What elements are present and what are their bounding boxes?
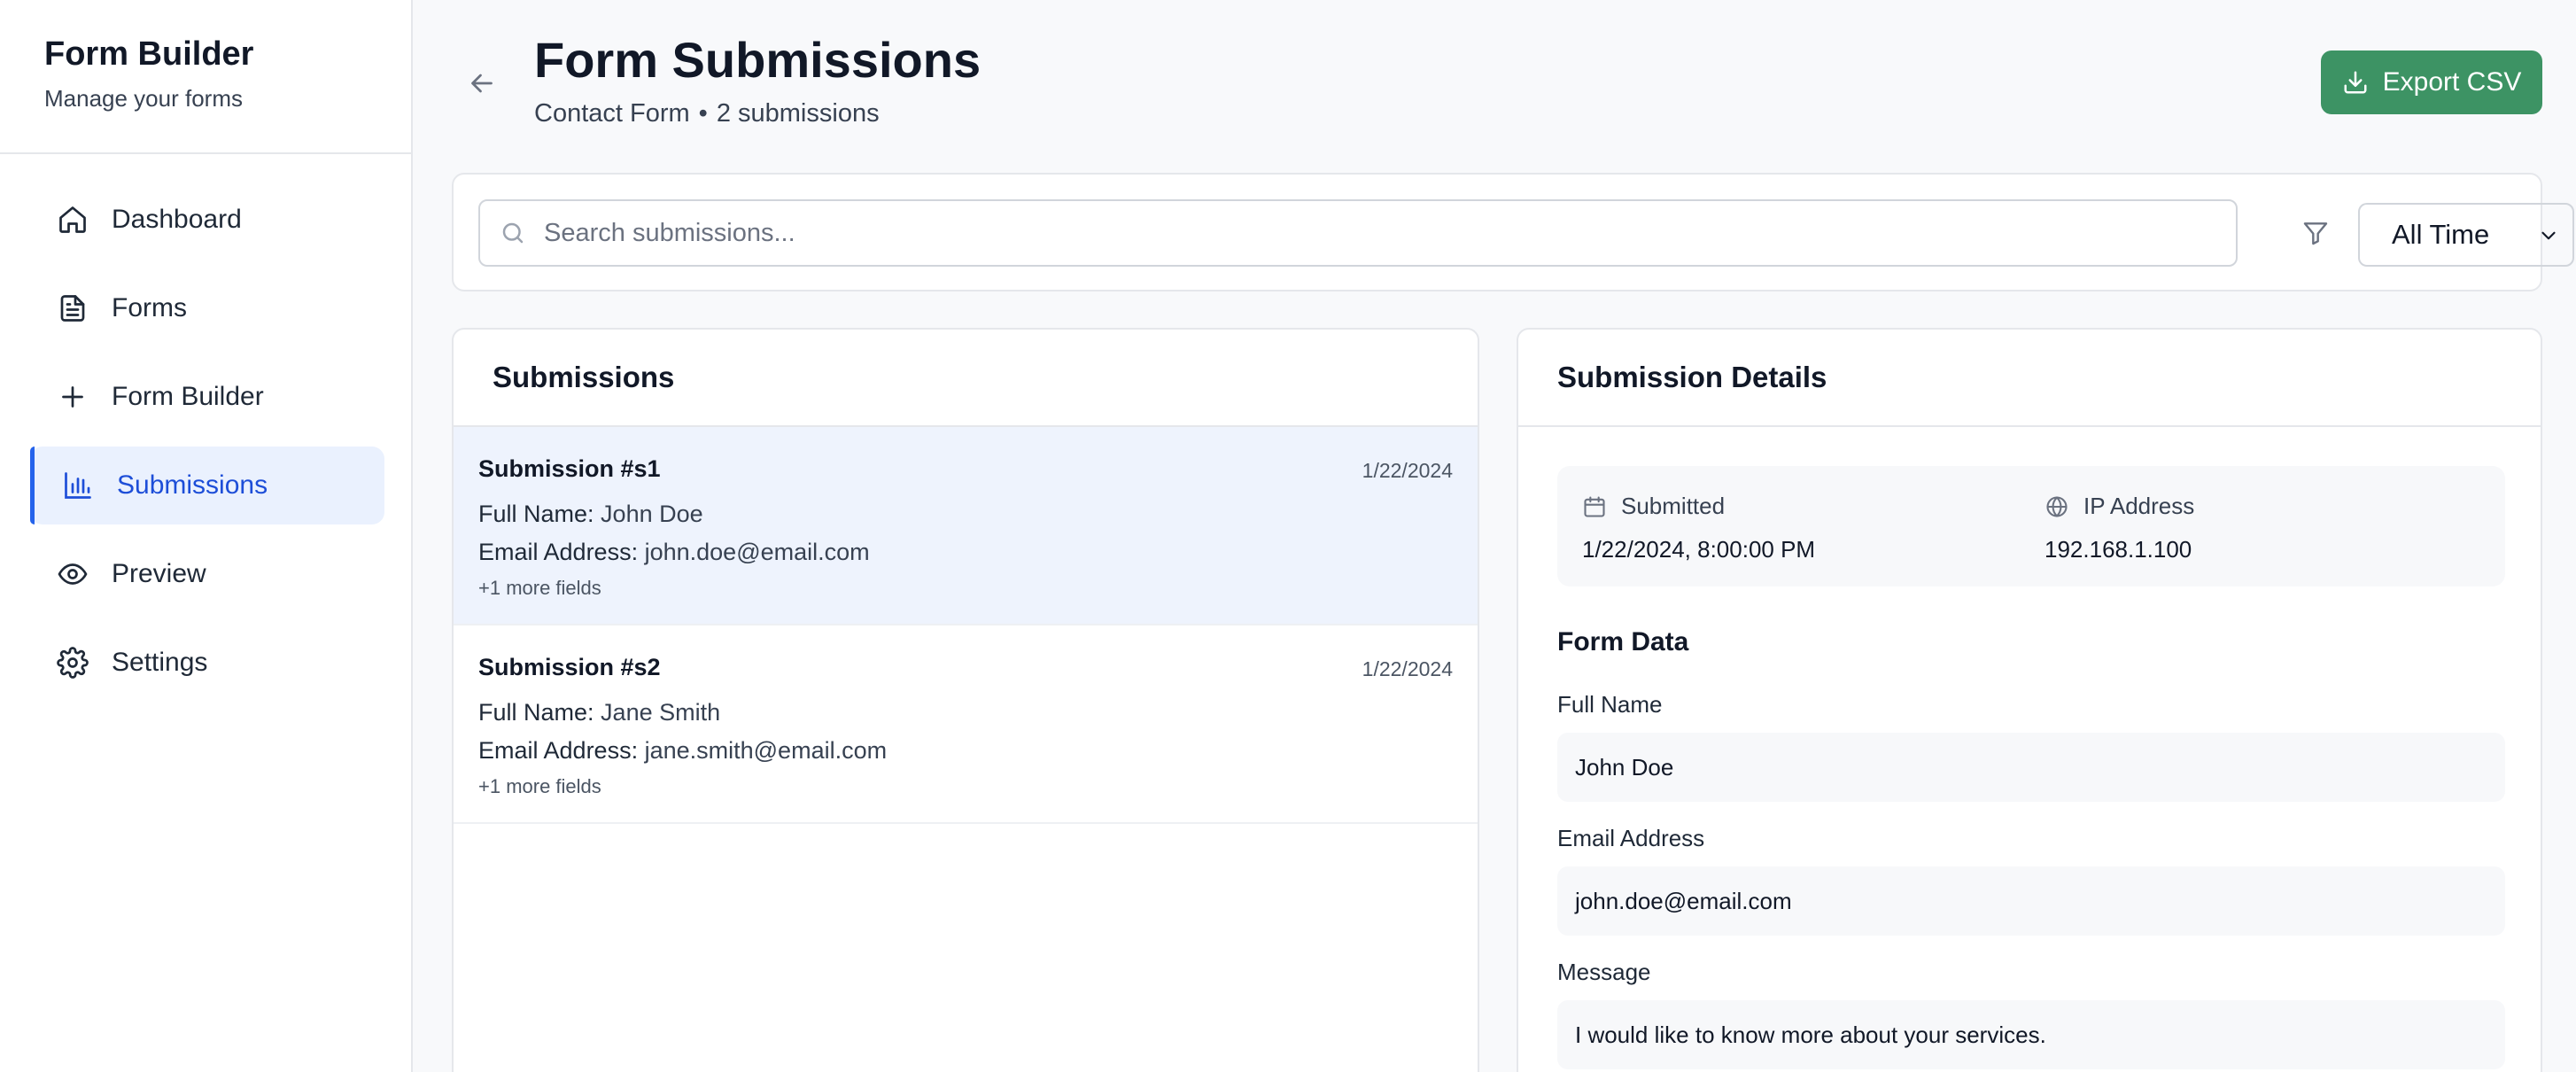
sidebar-item-label: Form Builder <box>112 382 264 411</box>
filter-bar: All Time <box>452 173 2574 291</box>
sidebar-item-dashboard[interactable]: Dashboard <box>30 181 384 259</box>
page-subtitle: Contact Form • 2 submissions <box>534 99 880 128</box>
submission-field: Full Name: Jane Smith <box>478 699 1453 726</box>
detail-field-value: I would like to know more about your ser… <box>1557 1000 2505 1069</box>
submission-field: Email Address: john.doe@email.com <box>478 539 1453 566</box>
field-value: Jane Smith <box>601 699 721 726</box>
more-fields-note: +1 more fields <box>478 577 601 599</box>
field-value: jane.smith@email.com <box>644 737 888 764</box>
submission-meta: Submitted 1/22/2024, 8:00:00 PM IP Addre… <box>1557 466 2505 586</box>
app-title: Form Builder <box>44 35 254 73</box>
separator: • <box>698 99 708 128</box>
main-content: Form Submissions Contact Form • 2 submissi… <box>413 0 2576 1072</box>
submitted-value: 1/22/2024, 8:00:00 PM <box>1582 536 1816 563</box>
detail-field: Message I would like to know more about … <box>1557 959 2505 1069</box>
detail-field: Email Address john.doe@email.com <box>1557 825 2505 936</box>
submitted-info: Submitted 1/22/2024, 8:00:00 PM <box>1582 493 1815 563</box>
export-csv-button[interactable]: Export CSV <box>2321 50 2542 114</box>
field-label: Full Name: <box>478 699 594 726</box>
sidebar-nav: Dashboard Forms Form Builder Submissions… <box>0 154 411 702</box>
download-icon <box>2342 69 2369 96</box>
form-data-title: Form Data <box>1557 627 1689 656</box>
submissions-panel-title: Submissions <box>454 330 1478 427</box>
details-panel-title: Submission Details <box>1518 330 2541 427</box>
submission-date: 1/22/2024 <box>1362 459 1453 482</box>
detail-field-value: john.doe@email.com <box>1557 866 2505 936</box>
back-arrow-icon[interactable] <box>466 67 498 99</box>
submission-title: Submission #s2 <box>478 654 661 680</box>
field-label: Email Address: <box>478 539 639 565</box>
submission-field: Full Name: John Doe <box>478 501 1453 528</box>
time-range-value: All Time <box>2392 219 2490 250</box>
sidebar-item-label: Preview <box>112 559 206 588</box>
submission-title: Submission #s1 <box>478 455 661 482</box>
sidebar-item-settings[interactable]: Settings <box>30 624 384 702</box>
search-input[interactable] <box>544 201 2236 265</box>
sidebar: Form Builder Manage your forms Dashboard… <box>0 0 413 1072</box>
sidebar-item-preview[interactable]: Preview <box>30 535 384 613</box>
submission-count: 2 submissions <box>716 99 880 128</box>
field-value: john.doe@email.com <box>644 539 870 565</box>
search-box <box>478 199 2238 267</box>
sidebar-item-forms[interactable]: Forms <box>30 269 384 347</box>
submitted-label: Submitted <box>1621 493 1726 519</box>
submission-field: Email Address: jane.smith@email.com <box>478 737 1453 765</box>
detail-field-label: Message <box>1557 959 1651 985</box>
submission-row[interactable]: Submission #s2 1/22/2024 Full Name: Jane… <box>454 625 1478 824</box>
eye-icon <box>57 558 89 590</box>
field-label: Email Address: <box>478 737 639 764</box>
sidebar-item-label: Forms <box>112 293 187 322</box>
bar-chart-icon <box>62 470 94 501</box>
detail-field: Full Name John Doe <box>1557 691 2505 802</box>
detail-field-label: Email Address <box>1557 825 1705 851</box>
ip-info: IP Address 192.168.1.100 <box>2045 493 2194 563</box>
field-label: Full Name: <box>478 501 594 527</box>
sidebar-item-label: Settings <box>112 648 208 677</box>
app-subtitle: Manage your forms <box>44 85 243 112</box>
globe-icon <box>2045 494 2069 519</box>
submissions-panel: Submissions Submission #s1 1/22/2024 Ful… <box>452 328 1479 1072</box>
sidebar-item-label: Submissions <box>117 470 268 500</box>
detail-field-value: John Doe <box>1557 733 2505 802</box>
search-icon <box>500 220 526 246</box>
form-name: Contact Form <box>534 99 690 128</box>
more-fields-note: +1 more fields <box>478 775 601 797</box>
sidebar-item-submissions[interactable]: Submissions <box>30 447 384 524</box>
sidebar-item-form-builder[interactable]: Form Builder <box>30 358 384 436</box>
document-icon <box>57 292 89 324</box>
submission-row[interactable]: Submission #s1 1/22/2024 Full Name: John… <box>454 427 1478 625</box>
home-icon <box>57 204 89 236</box>
ip-label: IP Address <box>2083 493 2195 519</box>
filter-icon <box>2301 219 2330 247</box>
submission-date: 1/22/2024 <box>1362 657 1453 680</box>
export-csv-label: Export CSV <box>2382 67 2522 97</box>
submission-details-panel: Submission Details Submitted 1/22/2024, … <box>1517 328 2542 1072</box>
brand: Form Builder Manage your forms <box>0 0 411 154</box>
ip-value: 192.168.1.100 <box>2045 536 2192 563</box>
detail-field-label: Full Name <box>1557 691 1663 718</box>
plus-icon <box>57 381 89 413</box>
sidebar-item-label: Dashboard <box>112 205 242 234</box>
page-title: Form Submissions <box>534 32 982 88</box>
time-range-select[interactable]: All Time <box>2358 203 2574 267</box>
calendar-icon <box>1582 494 1607 519</box>
field-value: John Doe <box>601 501 703 527</box>
gear-icon <box>57 647 89 679</box>
chevron-down-icon <box>2537 224 2560 247</box>
